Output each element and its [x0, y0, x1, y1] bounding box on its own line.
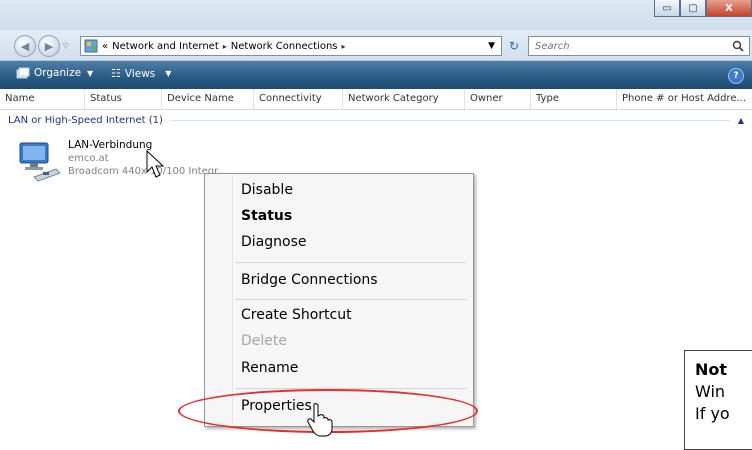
- breadcrumb-network-and-internet[interactable]: Network and Internet: [112, 41, 219, 52]
- search-icon[interactable]: [732, 40, 744, 52]
- note-box: Not Win If yo: [684, 350, 752, 450]
- column-header-phone-host[interactable]: Phone # or Host Addre...: [617, 89, 752, 109]
- column-header-device-name[interactable]: Device Name: [162, 89, 254, 109]
- column-header-row: Name Status Device Name Connectivity Net…: [0, 89, 752, 110]
- menu-item-delete[interactable]: Delete: [241, 333, 287, 349]
- help-icon[interactable]: ?: [728, 68, 744, 84]
- command-toolbar: Organize ▼ ☷ Views ▼ ?: [0, 61, 752, 89]
- breadcrumb-separator-icon[interactable]: ▸: [223, 42, 227, 51]
- views-dropdown-icon: ▼: [165, 69, 172, 78]
- column-header-network-category[interactable]: Network Category: [343, 89, 465, 109]
- breadcrumb-separator-icon[interactable]: ▸: [342, 42, 346, 51]
- network-adapter-icon: [19, 142, 61, 182]
- address-bar[interactable]: « Network and Internet ▸ Network Connect…: [80, 36, 502, 56]
- organize-label: Organize: [34, 67, 82, 79]
- note-line-1: Win: [695, 382, 726, 401]
- column-header-connectivity[interactable]: Connectivity: [254, 89, 343, 109]
- control-panel-icon: [84, 39, 98, 53]
- connection-name: LAN-Verbindung: [68, 139, 153, 151]
- menu-item-bridge-connections[interactable]: Bridge Connections: [241, 272, 378, 288]
- organize-button[interactable]: Organize ▼: [16, 67, 93, 79]
- breadcrumb-network-connections[interactable]: Network Connections: [231, 41, 338, 52]
- column-header-owner[interactable]: Owner: [465, 89, 531, 109]
- connection-domain: emco.at: [68, 153, 109, 164]
- menu-separator: [235, 262, 467, 263]
- menu-item-status[interactable]: Status: [241, 208, 292, 224]
- note-line-2: If yo: [695, 404, 730, 423]
- mouse-pointer-icon: [146, 150, 165, 178]
- title-bar: ▭ ▢ X: [0, 0, 752, 30]
- column-header-status[interactable]: Status: [85, 89, 162, 109]
- minimize-button[interactable]: ▭: [654, 0, 680, 17]
- close-button[interactable]: X: [706, 0, 752, 17]
- back-button[interactable]: ◀: [14, 35, 36, 57]
- views-button[interactable]: ☷ Views ▼: [111, 67, 171, 80]
- views-label: Views: [124, 67, 156, 80]
- organize-dropdown-icon: ▼: [87, 68, 94, 78]
- forward-button[interactable]: ▶: [38, 35, 60, 57]
- group-label: LAN or High-Speed Internet (1): [8, 114, 163, 126]
- organize-icon: [16, 67, 30, 79]
- search-box: [528, 36, 750, 56]
- note-title: Not: [695, 360, 728, 379]
- caption-buttons: ▭ ▢ X: [654, 0, 752, 17]
- menu-item-diagnose[interactable]: Diagnose: [241, 234, 306, 250]
- address-prefix[interactable]: «: [102, 41, 108, 52]
- hand-pointer-icon: [307, 403, 333, 437]
- search-input[interactable]: [533, 39, 727, 53]
- maximize-button[interactable]: ▢: [680, 0, 706, 17]
- collapse-group-icon[interactable]: ▲: [738, 116, 744, 125]
- column-header-type[interactable]: Type: [531, 89, 617, 109]
- menu-item-rename[interactable]: Rename: [241, 360, 298, 376]
- menu-separator: [235, 299, 467, 300]
- refresh-icon[interactable]: ↻: [505, 37, 523, 55]
- group-divider: [170, 119, 730, 121]
- menu-item-create-shortcut[interactable]: Create Shortcut: [241, 307, 352, 323]
- address-dropdown-icon[interactable]: ▼: [488, 41, 495, 51]
- menu-item-disable[interactable]: Disable: [241, 182, 293, 198]
- group-header[interactable]: LAN or High-Speed Internet (1) ▲: [8, 113, 744, 127]
- navigation-bar: ◀ ▶ ▽ « Network and Internet ▸ Network C…: [0, 30, 752, 61]
- views-icon: ☷: [111, 67, 121, 80]
- recent-pages-dropdown-icon[interactable]: ▽: [63, 42, 68, 50]
- menu-gutter: [232, 176, 233, 424]
- column-header-name[interactable]: Name: [0, 89, 85, 109]
